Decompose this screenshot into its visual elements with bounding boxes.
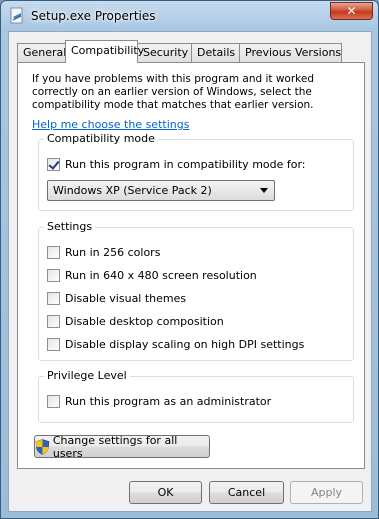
group-title: Compatibility mode	[44, 132, 158, 145]
tab-compatibility[interactable]: Compatibility	[65, 40, 144, 63]
dropdown-value: Windows XP (Service Pack 2)	[53, 184, 212, 197]
setting-checkbox[interactable]	[47, 268, 60, 282]
setting-checkbox-row[interactable]: Disable desktop composition	[47, 313, 224, 329]
checkbox-label: Disable visual themes	[65, 291, 187, 305]
setup-file-icon	[10, 7, 23, 24]
chevron-down-icon	[260, 188, 268, 193]
group-title: Privilege Level	[44, 369, 130, 382]
checkbox-label: Run this program in compatibility mode f…	[65, 157, 306, 171]
setting-checkbox-row[interactable]: Run in 640 x 480 screen resolution	[47, 267, 257, 283]
settings-group: Settings Run in 256 colors Run in 640 x …	[38, 220, 354, 361]
compat-mode-checkbox-row[interactable]: Run this program in compatibility mode f…	[47, 156, 306, 172]
button-label: Change settings for all users	[52, 433, 178, 460]
compat-mode-dropdown[interactable]: Windows XP (Service Pack 2)	[47, 180, 275, 201]
checkbox-label: Run in 256 colors	[65, 245, 161, 259]
window-title: Setup.exe Properties	[31, 9, 156, 23]
cancel-button[interactable]: Cancel	[209, 481, 284, 504]
setting-checkbox-row[interactable]: Run in 256 colors	[47, 244, 160, 260]
privilege-level-group: Privilege Level Run this program as an a…	[38, 369, 354, 423]
apply-button[interactable]: Apply	[290, 481, 363, 504]
run-as-admin-checkbox-row[interactable]: Run this program as an administrator	[47, 393, 271, 409]
run-as-admin-checkbox[interactable]	[47, 394, 60, 408]
compatibility-mode-group: Compatibility mode Run this program in c…	[38, 132, 354, 211]
properties-window: Setup.exe Properties ✕ General Compatibi…	[0, 0, 379, 519]
close-button[interactable]: ✕	[330, 2, 373, 20]
checkbox-label: Run in 640 x 480 screen resolution	[65, 268, 257, 282]
compatibility-panel: If you have problems with this program a…	[17, 62, 365, 469]
group-title: Settings	[44, 220, 96, 233]
close-icon: ✕	[346, 4, 357, 18]
setting-checkbox-row[interactable]: Disable visual themes	[47, 290, 186, 306]
tab-strip: General Compatibility Security Details P…	[17, 40, 367, 63]
setting-checkbox[interactable]	[47, 314, 60, 328]
help-link[interactable]: Help me choose the settings	[32, 118, 189, 131]
tab-details[interactable]: Details	[191, 43, 240, 62]
uac-shield-icon	[35, 438, 50, 455]
setting-checkbox-row[interactable]: Disable display scaling on high DPI sett…	[47, 336, 304, 352]
tab-previous-versions[interactable]: Previous Versions	[239, 43, 342, 62]
tab-security[interactable]: Security	[137, 43, 192, 62]
change-settings-all-users-button[interactable]: Change settings for all users	[34, 433, 210, 460]
checkbox-label: Run this program as an administrator	[65, 394, 272, 408]
dialog-body: General Compatibility Security Details P…	[8, 31, 372, 512]
title-bar[interactable]: Setup.exe Properties ✕	[1, 1, 378, 33]
setting-checkbox[interactable]	[47, 291, 60, 305]
setting-checkbox[interactable]	[47, 245, 60, 259]
ok-button[interactable]: OK	[129, 481, 202, 504]
compat-mode-checkbox[interactable]	[47, 157, 60, 171]
checkbox-label: Disable display scaling on high DPI sett…	[65, 337, 305, 351]
setting-checkbox[interactable]	[47, 337, 60, 351]
checkbox-label: Disable desktop composition	[65, 314, 224, 328]
intro-text: If you have problems with this program a…	[32, 73, 315, 111]
tab-general[interactable]: General	[17, 43, 66, 62]
